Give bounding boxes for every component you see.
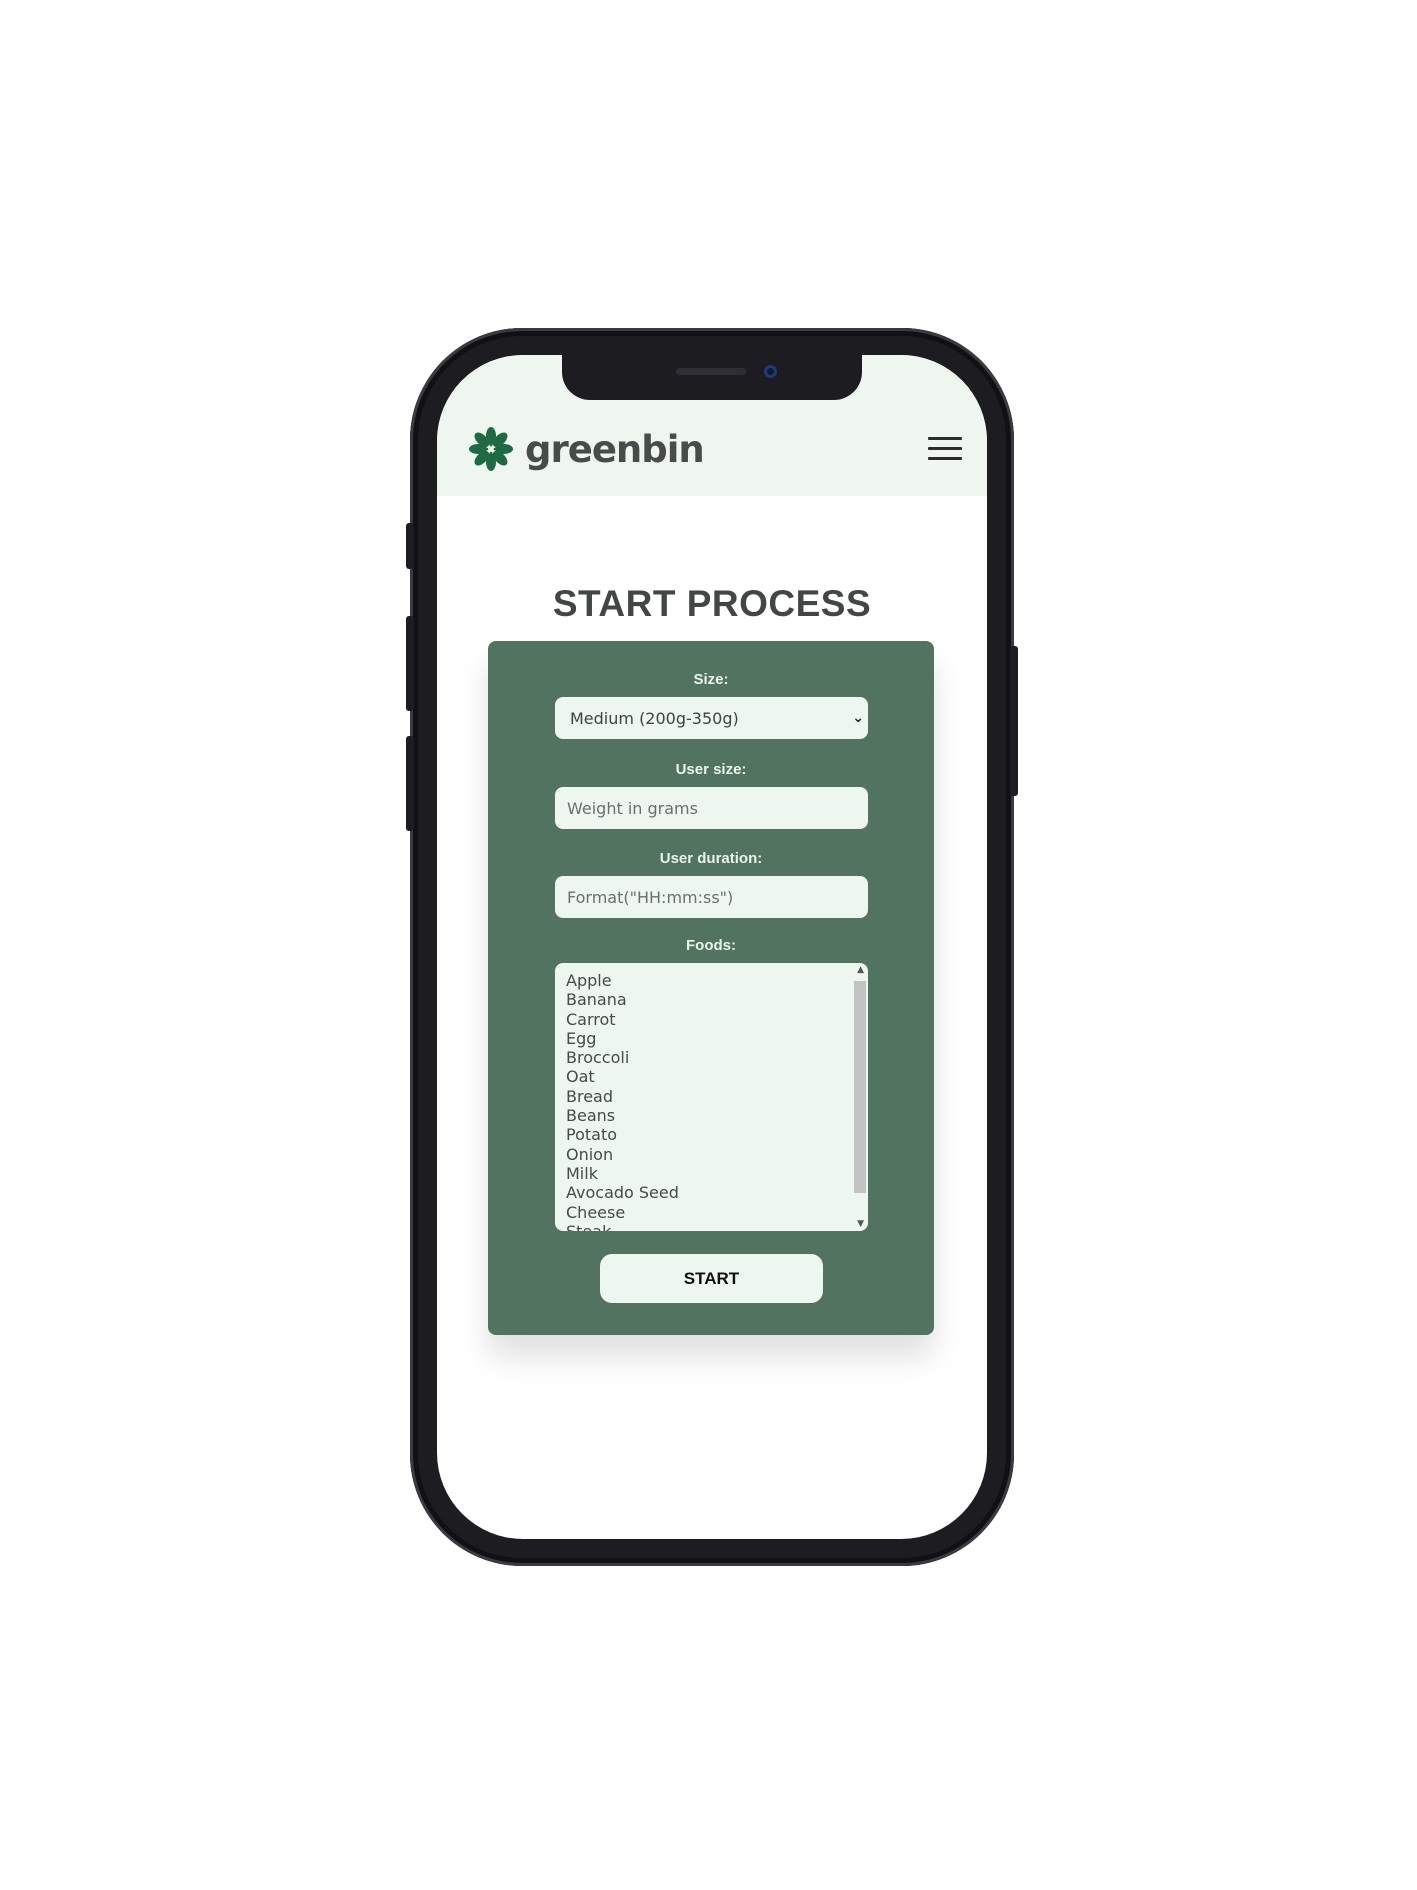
page-title: START PROCESS bbox=[552, 583, 872, 624]
food-option[interactable]: Avocado Seed bbox=[566, 1183, 679, 1202]
food-option[interactable]: Broccoli bbox=[566, 1048, 679, 1067]
phone-frame: greenbin START PROCESS Size: Medium (200… bbox=[406, 328, 1018, 1566]
food-option[interactable]: Egg bbox=[566, 1029, 679, 1048]
food-option[interactable]: Milk bbox=[566, 1164, 679, 1183]
foods-list: Apple Banana Carrot Egg Broccoli Oat Bread Bean… bbox=[566, 971, 679, 1231]
scroll-up-arrow-icon[interactable]: ▲ bbox=[857, 965, 864, 975]
notch bbox=[562, 355, 862, 400]
phone-volume-up bbox=[406, 616, 414, 711]
start-button[interactable]: START bbox=[600, 1254, 823, 1303]
size-select-value: Medium (200g-350g) bbox=[570, 708, 739, 728]
food-option[interactable]: Beans bbox=[566, 1106, 679, 1125]
food-option[interactable]: Carrot bbox=[566, 1010, 679, 1029]
foods-listbox[interactable]: Apple Banana Carrot Egg Broccoli Oat Bread Bean… bbox=[555, 963, 868, 1231]
food-option[interactable]: Steak bbox=[566, 1222, 679, 1231]
size-label: Size: bbox=[693, 671, 729, 688]
scroll-down-arrow-icon[interactable]: ▼ bbox=[857, 1219, 864, 1229]
hamburger-menu-icon[interactable] bbox=[928, 437, 962, 461]
flower-logo-icon bbox=[469, 427, 513, 471]
food-option[interactable]: Banana bbox=[566, 990, 679, 1009]
process-form-card: Size: Medium (200g-350g) ⌄ User size: Us… bbox=[488, 641, 934, 1335]
food-option[interactable]: Bread bbox=[566, 1087, 679, 1106]
front-camera bbox=[764, 365, 777, 378]
user-size-input[interactable] bbox=[555, 787, 868, 829]
chevron-down-icon: ⌄ bbox=[852, 710, 864, 726]
phone-volume-down bbox=[406, 736, 414, 831]
user-duration-label: User duration: bbox=[659, 850, 763, 867]
user-duration-input[interactable] bbox=[555, 876, 868, 918]
foods-label: Foods: bbox=[686, 937, 736, 954]
food-option[interactable]: Potato bbox=[566, 1125, 679, 1144]
phone-power-button bbox=[1010, 646, 1018, 796]
user-size-label: User size: bbox=[675, 761, 747, 778]
size-select[interactable]: Medium (200g-350g) ⌄ bbox=[555, 697, 868, 739]
food-option[interactable]: Apple bbox=[566, 971, 679, 990]
speaker-grille bbox=[676, 368, 746, 375]
phone-mute-switch bbox=[406, 523, 414, 569]
brand-logo[interactable]: greenbin bbox=[467, 425, 705, 473]
foods-scrollbar[interactable]: ▲ ▼ bbox=[851, 963, 868, 1231]
food-option[interactable]: Oat bbox=[566, 1067, 679, 1086]
brand-name: greenbin bbox=[525, 427, 705, 471]
phone-screen: greenbin START PROCESS Size: Medium (200… bbox=[437, 355, 987, 1539]
food-option[interactable]: Cheese bbox=[566, 1203, 679, 1222]
scroll-thumb[interactable] bbox=[854, 981, 866, 1193]
food-option[interactable]: Onion bbox=[566, 1145, 679, 1164]
